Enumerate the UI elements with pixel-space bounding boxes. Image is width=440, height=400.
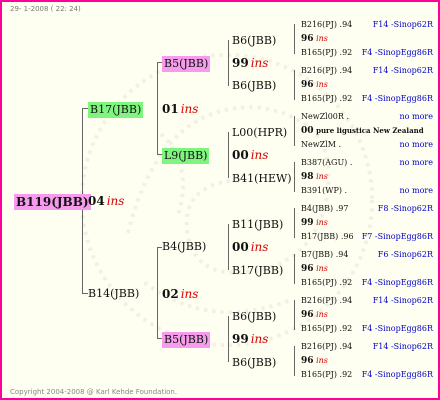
pedigree-frame: 29- 1-2008 ( 22: 24) B119(JBB) 04 ins B17… (0, 0, 440, 400)
g3-node-3[interactable]: L00(HPR) (232, 126, 287, 140)
g4-row-2[interactable]: B165(PJ) .92 F4 -SinopEgg86R (301, 48, 433, 58)
parent-queen[interactable]: B17(JBB) (88, 102, 144, 118)
g3-node-5[interactable]: B11(JBB) (232, 218, 283, 232)
g4-row-3[interactable]: B216(PJ) .94 F14 -Sinop62R (301, 66, 433, 76)
g4-row-5[interactable]: NewZl00R . no more (301, 112, 433, 122)
g2-bracket-2 (228, 132, 229, 178)
root-queen[interactable]: B119(JBB) (14, 194, 91, 210)
g2-bracket-3 (228, 224, 229, 270)
g3-gen-5: 99 ins (301, 218, 328, 228)
g3-gen-7: 96 ins (301, 310, 328, 320)
grandparent-4[interactable]: B5(JBB) (162, 332, 211, 348)
g3-bracket-8 (294, 346, 295, 376)
g4-row-13[interactable]: B216(PJ) .94 F14 -Sinop62R (301, 296, 433, 306)
grandparent-4-generation: 99 ins (232, 332, 269, 346)
grandparent-3-generation: 00 ins (232, 240, 269, 254)
g3-bracket-4 (294, 162, 295, 192)
grandparent-2-generation: 00 ins (232, 148, 269, 162)
g3-node-7[interactable]: B6(JBB) (232, 310, 276, 324)
b17-bracket (157, 62, 158, 155)
g4-row-7[interactable]: B387(AGU) . no more (301, 158, 433, 168)
grandparent-2[interactable]: L9(JBB) (162, 148, 210, 164)
b14-bracket (157, 247, 158, 339)
g3-node-2[interactable]: B6(JBB) (232, 79, 276, 93)
g3-node-4[interactable]: B41(HEW) (232, 172, 292, 186)
grandparent-3[interactable]: B4(JBB) (162, 240, 206, 254)
g4-row-4[interactable]: B165(PJ) .92 F4 -SinopEgg86R (301, 94, 433, 104)
g3-gen-2: 96 ins (301, 80, 328, 90)
g3-gen-6: 96 ins (301, 264, 328, 274)
g4-row-14[interactable]: B165(PJ) .92 F4 -SinopEgg86R (301, 324, 433, 334)
grandparent-1[interactable]: B5(JBB) (162, 56, 211, 72)
g4-row-6[interactable]: NewZlM . no more (301, 140, 433, 150)
g2-bracket-4 (228, 316, 229, 362)
g4-row-12[interactable]: B165(PJ) .92 F4 -SinopEgg86R (301, 278, 433, 288)
g3-bracket-6 (294, 254, 295, 284)
parent-queen-generation: 01 ins (162, 102, 199, 116)
g4-row-11[interactable]: B7(JBB) .94 F6 -Sinop62R (301, 250, 433, 260)
parent-drone-generation: 02 ins (162, 287, 199, 301)
parent-drone[interactable]: B14(JBB) (88, 287, 139, 301)
g4-row-10[interactable]: B17(JBB) .96 F7 -SinopEgg86R (301, 232, 433, 242)
g4-row-9[interactable]: B4(JBB) .97 F8 -Sinop62R (301, 204, 433, 214)
g3-node-8[interactable]: B6(JBB) (232, 356, 276, 370)
root-generation: 04 ins (88, 194, 125, 208)
g3-gen-1: 96 ins (301, 34, 328, 44)
g3-gen-8: 96 ins (301, 356, 328, 366)
g2-bracket-1 (228, 40, 229, 86)
g3-gen-3: 00 pure ligustica New Zealand (301, 126, 424, 136)
grandparent-1-generation: 99 ins (232, 56, 269, 70)
g3-bracket-1 (294, 24, 295, 54)
g4-row-8[interactable]: B391(WP) . no more (301, 186, 433, 196)
g3-node-6[interactable]: B17(JBB) (232, 264, 283, 278)
g3-gen-4: 98 ins (301, 172, 328, 182)
g3-bracket-3 (294, 116, 295, 146)
g3-node-1[interactable]: B6(JBB) (232, 34, 276, 48)
g3-bracket-2 (294, 70, 295, 100)
g4-row-16[interactable]: B165(PJ) .92 F4 -SinopEgg86R (301, 370, 433, 380)
g4-row-15[interactable]: B216(PJ) .94 F14 -Sinop62R (301, 342, 433, 352)
g4-row-1[interactable]: B216(PJ) .94 F14 -Sinop62R (301, 20, 433, 30)
g3-bracket-7 (294, 300, 295, 330)
timestamp: 29- 1-2008 ( 22: 24) (10, 5, 81, 13)
copyright-footer: Copyright 2004-2008 @ Karl Kehde Foundat… (10, 388, 178, 396)
g3-bracket-5 (294, 208, 295, 238)
